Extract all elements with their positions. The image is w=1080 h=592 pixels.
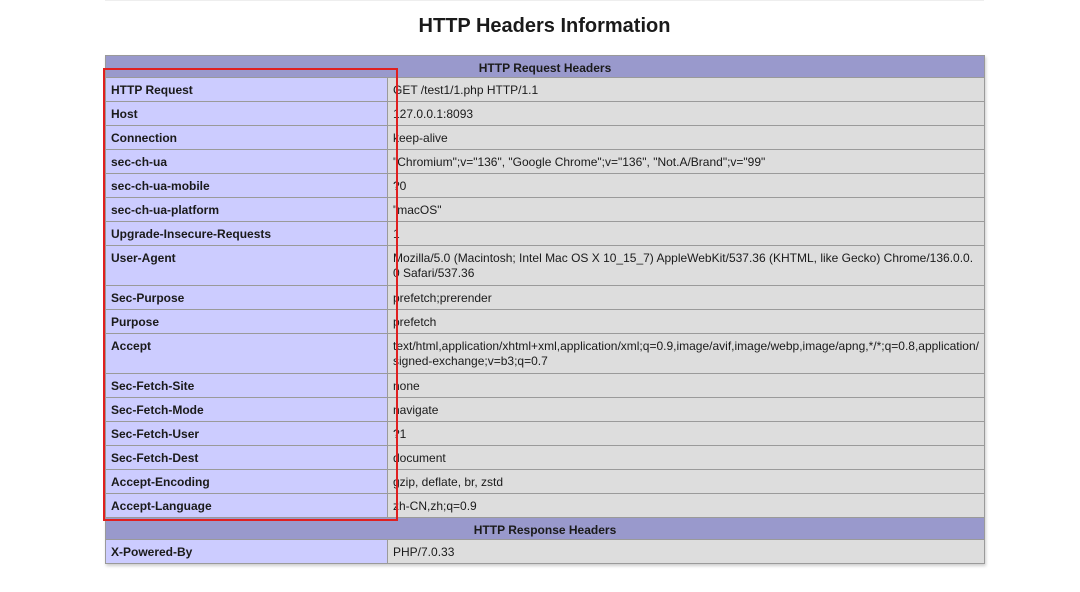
response-headers-title: HTTP Response Headers [105, 517, 985, 540]
header-name: Host [105, 101, 388, 126]
header-value: "Chromium";v="136", "Google Chrome";v="1… [387, 149, 985, 174]
header-name: X-Powered-By [105, 539, 388, 564]
header-value: navigate [387, 397, 985, 422]
table-row: Sec-Fetch-User ?1 [105, 421, 985, 446]
header-value: zh-CN,zh;q=0.9 [387, 493, 985, 518]
header-value: prefetch [387, 309, 985, 334]
header-name: sec-ch-ua [105, 149, 388, 174]
header-value: ?0 [387, 173, 985, 198]
header-name: User-Agent [105, 245, 388, 286]
header-name: Purpose [105, 309, 388, 334]
header-value: Mozilla/5.0 (Macintosh; Intel Mac OS X 1… [387, 245, 985, 286]
table-row: Sec-Fetch-Mode navigate [105, 397, 985, 422]
header-value: text/html,application/xhtml+xml,applicat… [387, 333, 985, 374]
top-divider [105, 0, 984, 1]
header-value: keep-alive [387, 125, 985, 150]
table-row: Accept-Encoding gzip, deflate, br, zstd [105, 469, 985, 494]
header-value: GET /test1/1.php HTTP/1.1 [387, 77, 985, 102]
header-value: prefetch;prerender [387, 285, 985, 310]
header-name: Sec-Fetch-Dest [105, 445, 388, 470]
header-value: document [387, 445, 985, 470]
header-name: HTTP Request [105, 77, 388, 102]
table-row: Sec-Fetch-Site none [105, 373, 985, 398]
table-row: Connection keep-alive [105, 125, 985, 150]
header-name: Upgrade-Insecure-Requests [105, 221, 388, 246]
table-row: User-Agent Mozilla/5.0 (Macintosh; Intel… [105, 245, 985, 286]
header-name: Accept-Encoding [105, 469, 388, 494]
response-headers-section: HTTP Response Headers [105, 517, 985, 540]
header-value: none [387, 373, 985, 398]
header-name: sec-ch-ua-platform [105, 197, 388, 222]
headers-table: HTTP Request Headers HTTP Request GET /t… [105, 55, 985, 564]
table-row: sec-ch-ua-mobile ?0 [105, 173, 985, 198]
table-row: Sec-Fetch-Dest document [105, 445, 985, 470]
table-row: Purpose prefetch [105, 309, 985, 334]
header-name: Connection [105, 125, 388, 150]
header-value: ?1 [387, 421, 985, 446]
header-value: gzip, deflate, br, zstd [387, 469, 985, 494]
header-value: PHP/7.0.33 [387, 539, 985, 564]
header-name: sec-ch-ua-mobile [105, 173, 388, 198]
request-headers-title: HTTP Request Headers [105, 55, 985, 78]
table-row: Sec-Purpose prefetch;prerender [105, 285, 985, 310]
header-name: Sec-Fetch-Site [105, 373, 388, 398]
table-row: Accept text/html,application/xhtml+xml,a… [105, 333, 985, 374]
header-value: 127.0.0.1:8093 [387, 101, 985, 126]
header-name: Sec-Fetch-Mode [105, 397, 388, 422]
table-row: sec-ch-ua-platform "macOS" [105, 197, 985, 222]
header-value: 1 [387, 221, 985, 246]
table-row: sec-ch-ua "Chromium";v="136", "Google Ch… [105, 149, 985, 174]
table-row: Host 127.0.0.1:8093 [105, 101, 985, 126]
header-name: Sec-Purpose [105, 285, 388, 310]
page-title: HTTP Headers Information [418, 15, 671, 37]
table-row: Accept-Language zh-CN,zh;q=0.9 [105, 493, 985, 518]
request-headers-section: HTTP Request Headers [105, 55, 985, 78]
table-row: X-Powered-By PHP/7.0.33 [105, 539, 985, 564]
header-value: "macOS" [387, 197, 985, 222]
table-row: HTTP Request GET /test1/1.php HTTP/1.1 [105, 77, 985, 102]
header-name: Accept [105, 333, 388, 374]
header-name: Sec-Fetch-User [105, 421, 388, 446]
header-name: Accept-Language [105, 493, 388, 518]
table-row: Upgrade-Insecure-Requests 1 [105, 221, 985, 246]
